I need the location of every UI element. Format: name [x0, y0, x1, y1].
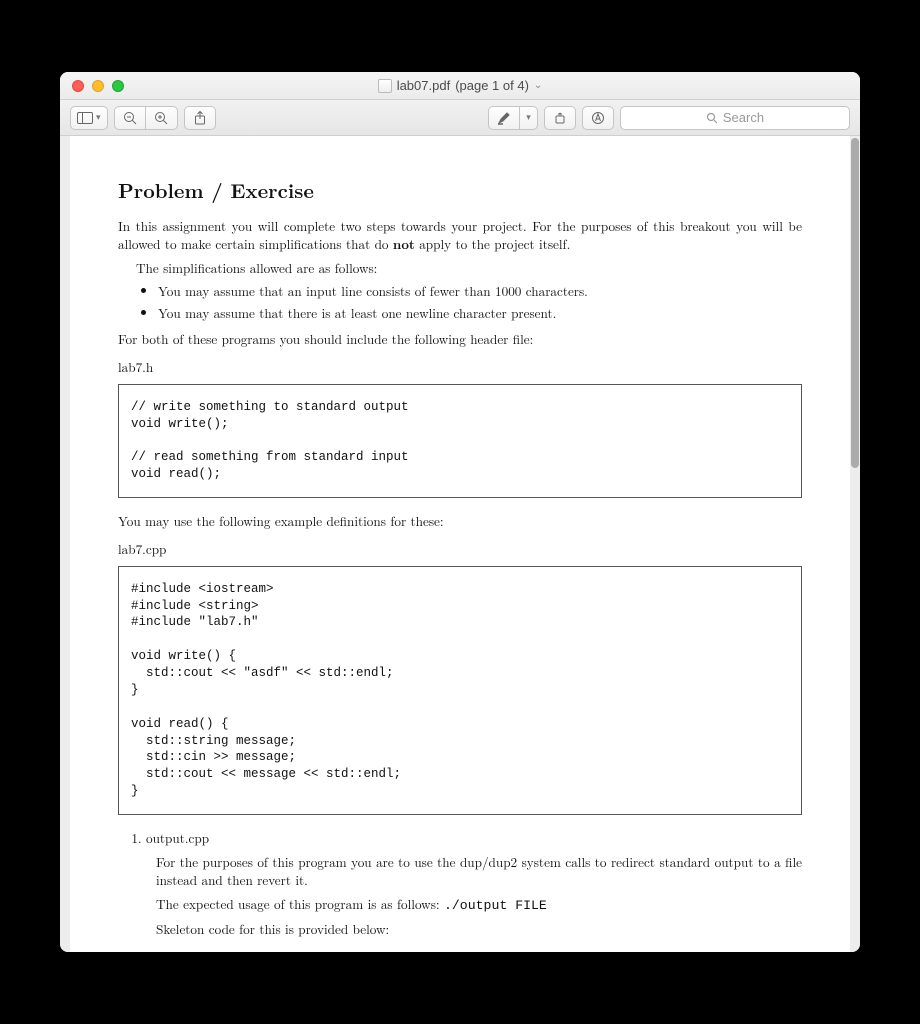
zoom-out-button[interactable]	[114, 106, 146, 130]
rotate-icon	[553, 111, 567, 125]
close-button[interactable]	[72, 80, 84, 92]
zoom-out-icon	[123, 111, 137, 125]
sidebar-toggle-button[interactable]: ▾	[70, 106, 108, 130]
search-input[interactable]: Search	[620, 106, 850, 130]
pdf-viewport[interactable]: Problem / Exercise In this assignment yo…	[60, 136, 860, 952]
chevron-down-icon: ▾	[96, 112, 101, 123]
vertical-scrollbar[interactable]	[851, 138, 859, 468]
markup-icon	[591, 111, 605, 125]
sidebar-icon	[77, 112, 93, 124]
app-window: lab07.pdf (page 1 of 4) ⌄ ▾ ▾	[60, 72, 860, 952]
highlight-menu-button[interactable]: ▾	[520, 106, 538, 130]
pdf-page: Problem / Exercise In this assignment yo…	[70, 136, 850, 952]
share-icon	[194, 111, 206, 125]
list-item: You may assume that there is at least on…	[158, 304, 802, 322]
rotate-button[interactable]	[544, 106, 576, 130]
simplifications-lead: The simplifications allowed are as follo…	[118, 259, 802, 277]
chevron-down-icon: ▾	[526, 112, 531, 123]
task-skeleton-lead: Skeleton code for this is provided below…	[156, 920, 802, 938]
chevron-down-icon[interactable]: ⌄	[534, 80, 542, 91]
annotate-group: ▾	[488, 106, 538, 130]
window-title: lab07.pdf (page 1 of 4) ⌄	[60, 78, 860, 93]
titlebar: lab07.pdf (page 1 of 4) ⌄	[60, 72, 860, 100]
list-item: You may assume that an input line consis…	[158, 282, 802, 300]
filename-label: lab7.cpp	[118, 540, 802, 558]
search-placeholder: Search	[723, 110, 764, 125]
search-icon	[706, 112, 718, 124]
zoom-in-button[interactable]	[146, 106, 178, 130]
share-button[interactable]	[184, 106, 216, 130]
intro-paragraph: In this assignment you will complete two…	[118, 217, 802, 253]
highlighter-icon	[497, 111, 511, 125]
simplifications-list: You may assume that an input line consis…	[158, 282, 802, 322]
task-title: output.cpp	[146, 828, 209, 847]
list-item: output.cpp For the purposes of this prog…	[146, 829, 802, 938]
filename-label: lab7.h	[118, 358, 802, 376]
minimize-button[interactable]	[92, 80, 104, 92]
zoom-in-icon	[154, 111, 168, 125]
header-file-lead: For both of these programs you should in…	[118, 330, 802, 348]
code-block-cpp: #include <iostream> #include <string> #i…	[118, 566, 802, 815]
toolbar: ▾ ▾ Search	[60, 100, 860, 136]
title-pageinfo: (page 1 of 4)	[455, 78, 529, 93]
tasks-list: output.cpp For the purposes of this prog…	[146, 829, 802, 938]
task-description: For the purposes of this program you are…	[156, 853, 802, 889]
traffic-lights	[60, 80, 124, 92]
section-heading: Problem / Exercise	[118, 176, 802, 203]
code-block-header: // write something to standard output vo…	[118, 384, 802, 498]
markup-button[interactable]	[582, 106, 614, 130]
highlight-button[interactable]	[488, 106, 520, 130]
task-usage: The expected usage of this program is as…	[156, 895, 802, 915]
example-defs-lead: You may use the following example defini…	[118, 512, 802, 530]
title-filename: lab07.pdf	[397, 78, 451, 93]
document-icon	[378, 79, 392, 93]
fullscreen-button[interactable]	[112, 80, 124, 92]
zoom-group	[114, 106, 178, 130]
